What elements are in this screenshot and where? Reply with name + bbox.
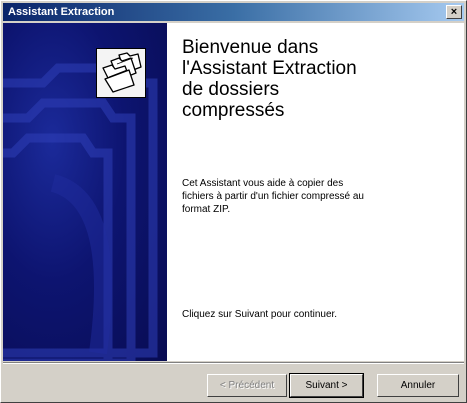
wizard-content: Bienvenue dans l'Assistant Extraction de… [3, 23, 464, 361]
wizard-window: Assistant Extraction × Bienvenue dans l'… [0, 0, 467, 403]
heading-line: compressés [182, 100, 285, 121]
continue-instruction: Cliquez sur Suivant pour continuer. [182, 309, 338, 320]
wizard-banner [3, 23, 167, 361]
window-title: Assistant Extraction [8, 6, 115, 18]
title-bar[interactable]: Assistant Extraction × [3, 3, 464, 21]
description-line: fichiers à partir d'un fichier compressé… [182, 191, 364, 202]
heading-line: Bienvenue dans [182, 37, 319, 58]
footer-divider-highlight [3, 363, 464, 364]
back-button[interactable]: < Précédent [207, 374, 287, 397]
folders-icon [96, 48, 146, 98]
next-button[interactable]: Suivant > [289, 373, 364, 398]
heading-line: de dossiers [182, 79, 280, 100]
wizard-description: Cet Assistant vous aide à copier des fic… [182, 177, 432, 216]
description-line: format ZIP. [182, 204, 231, 215]
heading-line: l'Assistant Extraction [182, 58, 357, 79]
close-icon[interactable]: × [446, 5, 462, 19]
description-line: Cet Assistant vous aide à copier des [182, 178, 344, 189]
welcome-heading: Bienvenue dans l'Assistant Extraction de… [182, 37, 452, 121]
cancel-button[interactable]: Annuler [377, 374, 459, 397]
